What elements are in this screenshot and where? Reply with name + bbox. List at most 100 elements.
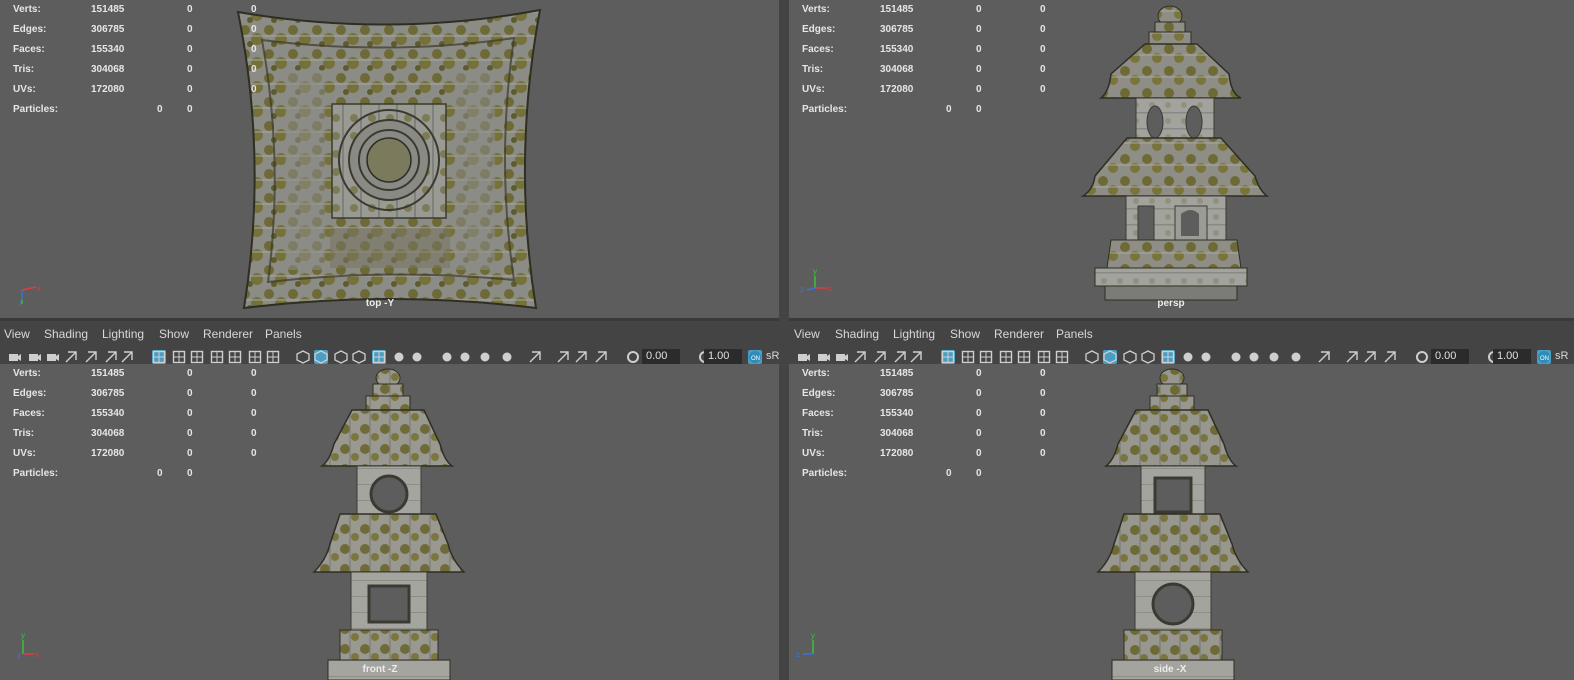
smooth-shade-icon[interactable] (1103, 350, 1117, 364)
color-space-label[interactable]: sR (1555, 350, 1568, 362)
default-material-icon[interactable] (334, 350, 348, 364)
use-all-lights-icon[interactable] (392, 350, 406, 364)
gate-mask-icon[interactable] (999, 350, 1013, 364)
camera-attributes-icon[interactable] (46, 350, 60, 364)
select-camera-icon[interactable] (817, 350, 831, 364)
textured-icon[interactable] (1161, 350, 1175, 364)
menu-renderer[interactable]: Renderer (994, 327, 1044, 341)
menu-view[interactable]: View (4, 327, 30, 341)
motion-blur-icon[interactable] (458, 350, 472, 364)
hud-row-particles: Particles: 0 0 (13, 100, 273, 120)
menu-lighting[interactable]: Lighting (102, 327, 144, 341)
xray-active-components-icon[interactable] (1363, 350, 1377, 364)
hud-value: 0 (251, 44, 257, 55)
menu-renderer[interactable]: Renderer (203, 327, 253, 341)
xray-active-components-icon[interactable] (574, 350, 588, 364)
use-all-lights-icon[interactable] (1181, 350, 1195, 364)
film-gate-icon[interactable] (961, 350, 975, 364)
viewport-front[interactable]: Verts: 151485 0 0 Edges: 306785 0 0 Faces: 1553… (0, 364, 779, 680)
xray-icon[interactable] (556, 350, 570, 364)
menu-panels[interactable]: Panels (1056, 327, 1093, 341)
hud-value: 306785 (880, 388, 914, 399)
color-management-icon[interactable]: ON (1537, 350, 1551, 364)
xray-joints-icon[interactable] (594, 350, 608, 364)
menu-show[interactable]: Show (950, 327, 980, 341)
gamma-field[interactable]: 1.00 (1493, 349, 1531, 364)
multisample-aa-icon[interactable] (478, 350, 492, 364)
xray-joints-icon[interactable] (1383, 350, 1397, 364)
camera-icon[interactable] (797, 350, 811, 364)
viewport-top[interactable]: Verts: 151485 0 0 Edges: 306785 0 0 Faces: 1553… (0, 0, 779, 318)
hud-value: 0 (187, 104, 193, 115)
depth-of-field-icon[interactable] (500, 350, 514, 364)
hud-row-particles: Particles: 0 0 (802, 100, 1062, 120)
hud-value: 0 (251, 64, 257, 75)
isolate-select-icon[interactable] (1317, 350, 1331, 364)
depth-of-field-icon[interactable] (1289, 350, 1303, 364)
motion-blur-icon[interactable] (1247, 350, 1261, 364)
exposure-icon[interactable] (626, 350, 640, 364)
safe-action-icon[interactable] (1037, 350, 1051, 364)
gate-mask-icon[interactable] (210, 350, 224, 364)
image-plane-icon[interactable] (84, 350, 98, 364)
hud-value: 0 (187, 428, 193, 439)
grease-pencil-icon[interactable] (909, 350, 923, 364)
wireframe-on-shaded-icon[interactable] (352, 350, 366, 364)
bookmark-icon[interactable] (64, 350, 78, 364)
exposure-icon[interactable] (1415, 350, 1429, 364)
menu-panels[interactable]: Panels (265, 327, 302, 341)
bookmark-icon[interactable] (853, 350, 867, 364)
isolate-select-icon[interactable] (528, 350, 542, 364)
resolution-gate-icon[interactable] (979, 350, 993, 364)
camera-attributes-icon[interactable] (835, 350, 849, 364)
xray-icon[interactable] (1345, 350, 1359, 364)
hud-value: 155340 (880, 408, 914, 419)
viewport-side[interactable]: Verts: 151485 0 0 Edges: 306785 0 0 Faces: 1553… (789, 364, 1574, 680)
safe-action-icon[interactable] (248, 350, 262, 364)
color-space-label[interactable]: sR (766, 350, 779, 362)
grid-icon[interactable] (941, 350, 955, 364)
select-camera-icon[interactable] (28, 350, 42, 364)
menu-show[interactable]: Show (159, 327, 189, 341)
pane-splitter-vertical[interactable] (779, 0, 789, 680)
safe-title-icon[interactable] (1055, 350, 1069, 364)
menu-lighting[interactable]: Lighting (893, 327, 935, 341)
viewport-persp[interactable]: Verts: 151485 0 0 Edges: 306785 0 0 Faces: 1553… (789, 0, 1574, 318)
shadows-icon[interactable] (410, 350, 424, 364)
menu-shading[interactable]: Shading (835, 327, 879, 341)
safe-title-icon[interactable] (266, 350, 280, 364)
multisample-aa-icon[interactable] (1267, 350, 1281, 364)
textured-icon[interactable] (372, 350, 386, 364)
gamma-field[interactable]: 1.00 (704, 349, 742, 364)
menu-shading[interactable]: Shading (44, 327, 88, 341)
color-management-icon[interactable]: ON (748, 350, 762, 364)
screen-space-ao-icon[interactable] (1229, 350, 1243, 364)
menu-view[interactable]: View (794, 327, 820, 341)
shadows-icon[interactable] (1199, 350, 1213, 364)
hud-label: Faces: (802, 44, 834, 55)
hud-value: 0 (187, 4, 193, 15)
field-chart-icon[interactable] (1017, 350, 1031, 364)
panel-toolbar-front: View Shading Lighting Show Renderer Pane… (0, 321, 779, 367)
hud-row-edges: Edges: 306785 0 0 (13, 384, 273, 404)
grease-pencil-icon[interactable] (120, 350, 134, 364)
exposure-field[interactable]: 0.00 (642, 349, 680, 364)
2d-pan-zoom-icon[interactable] (893, 350, 907, 364)
grid-icon[interactable] (152, 350, 166, 364)
exposure-field[interactable]: 0.00 (1431, 349, 1469, 364)
field-chart-icon[interactable] (228, 350, 242, 364)
camera-icon[interactable] (8, 350, 22, 364)
film-gate-icon[interactable] (172, 350, 186, 364)
wireframe-icon[interactable] (296, 350, 310, 364)
default-material-icon[interactable] (1123, 350, 1137, 364)
wireframe-on-shaded-icon[interactable] (1141, 350, 1155, 364)
smooth-shade-icon[interactable] (314, 350, 328, 364)
hud-value: 0 (976, 64, 982, 75)
2d-pan-zoom-icon[interactable] (104, 350, 118, 364)
hud-value: 172080 (880, 84, 914, 95)
image-plane-icon[interactable] (873, 350, 887, 364)
hud-value: 0 (187, 24, 193, 35)
resolution-gate-icon[interactable] (190, 350, 204, 364)
wireframe-icon[interactable] (1085, 350, 1099, 364)
screen-space-ao-icon[interactable] (440, 350, 454, 364)
